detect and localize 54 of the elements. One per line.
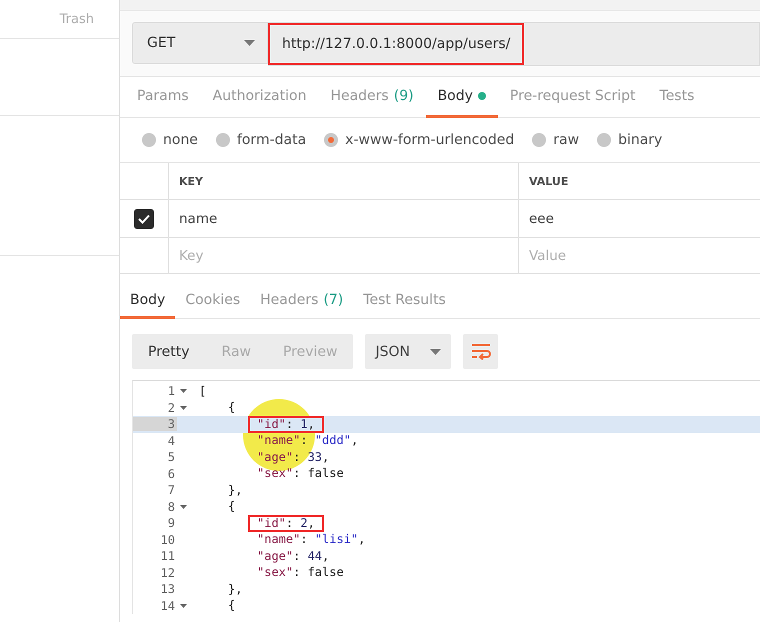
line-number: 4 (166, 434, 176, 448)
code-line: "sex": false (256, 465, 344, 482)
wrap-lines-button[interactable] (463, 334, 498, 369)
code-line: [ (198, 382, 206, 400)
line-number: 2 (166, 400, 176, 415)
view-mode-button[interactable]: Pretty (132, 334, 206, 369)
line-number: 10 (160, 532, 176, 547)
checkmark-icon (138, 214, 150, 224)
wrap-lines-icon (470, 343, 491, 360)
format-dropdown[interactable]: JSON (365, 334, 452, 369)
code-line: "age": 44, (256, 548, 330, 565)
code-line: "name": "lisi", (256, 531, 366, 548)
code-line: }, (227, 580, 242, 598)
code-line: "name": "ddd", (256, 432, 358, 450)
method-dropdown[interactable]: GET (132, 22, 268, 64)
fold-arrow-icon[interactable] (180, 504, 187, 509)
key-field[interactable]: Key (179, 246, 518, 266)
code-line: { (227, 399, 236, 416)
code-line: { (227, 597, 236, 614)
fold-arrow-icon[interactable] (180, 406, 187, 410)
line-number: 14 (160, 598, 176, 613)
line-number: 5 (166, 450, 176, 464)
request-tab[interactable]: Body (426, 77, 498, 118)
url-field[interactable]: http://127.0.0.1:8000/app/users/ (268, 23, 524, 65)
key-cell[interactable]: name (168, 200, 518, 237)
code-line: }, (227, 482, 242, 499)
status-dot-icon (478, 92, 486, 100)
fold-arrow-icon[interactable] (180, 389, 187, 394)
value-field[interactable]: Value (529, 246, 760, 266)
line-number: 9 (166, 516, 176, 530)
line-number: 12 (160, 566, 176, 580)
row-checkbox[interactable] (134, 208, 154, 228)
fold-arrow-icon[interactable] (180, 604, 187, 608)
body-type-radio[interactable]: form-data (216, 132, 306, 148)
line-number: 7 (166, 483, 176, 498)
line-number: 6 (166, 466, 176, 481)
value-cell[interactable]: eee (518, 200, 760, 237)
line-number: 3 (133, 417, 177, 432)
line-number: 11 (160, 549, 176, 564)
line-number: 8 (166, 500, 176, 514)
caret-icon (430, 348, 442, 354)
caret-icon (244, 40, 255, 46)
body-type-radio[interactable]: binary (597, 132, 662, 148)
column-header: KEY (168, 163, 518, 199)
body-type-radio[interactable]: raw (532, 132, 580, 148)
line-number: 1 (166, 384, 176, 398)
line-number: 13 (160, 582, 176, 596)
body-type-radio[interactable]: none (142, 132, 198, 148)
code-line: { (227, 498, 236, 516)
code-line: "age": 33, (256, 448, 330, 466)
column-header: VALUE (518, 163, 760, 199)
body-type-radio[interactable]: x-www-form-urlencoded (324, 132, 514, 148)
code-line: "sex": false (256, 564, 344, 582)
response-tab[interactable]: Body (120, 284, 176, 319)
